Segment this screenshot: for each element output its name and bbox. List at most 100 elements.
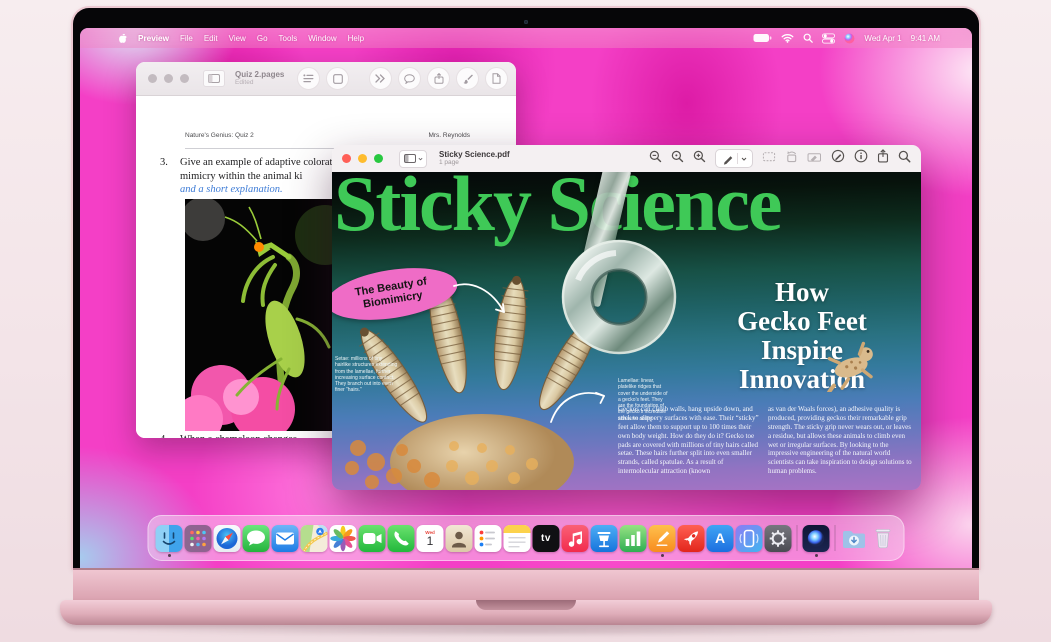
preview-titlebar[interactable]: Sticky Science.pdf 1 page — [332, 145, 921, 173]
fill-and-sign-icon[interactable] — [831, 149, 845, 168]
doc-header-right: Mrs. Reynolds — [428, 132, 470, 139]
dock-icon-system-settings[interactable] — [765, 525, 792, 552]
menu-help[interactable]: Help — [348, 34, 364, 43]
menu-tools[interactable]: Tools — [279, 34, 298, 43]
format-list-button[interactable] — [297, 67, 320, 90]
dock-icon-messages[interactable] — [243, 525, 270, 552]
gecko-photo — [816, 334, 894, 392]
dock-icon-photos[interactable] — [330, 525, 357, 552]
menu-view[interactable]: View — [229, 34, 246, 43]
sidebar-toggle-button[interactable] — [399, 150, 427, 168]
markup-pencil-button[interactable] — [715, 149, 753, 168]
dock-icon-safari[interactable] — [214, 525, 241, 552]
dock-icon-numbers[interactable] — [620, 525, 647, 552]
laptop-shadow — [95, 626, 957, 636]
search-icon[interactable] — [803, 33, 813, 43]
tape-roll-photo — [558, 236, 680, 358]
menu-time[interactable]: 9:41 AM — [911, 34, 940, 43]
siri-icon[interactable] — [844, 33, 855, 44]
wifi-icon[interactable] — [781, 33, 794, 43]
more-toolbar-button[interactable] — [369, 67, 392, 90]
menu-edit[interactable]: Edit — [204, 34, 218, 43]
preview-window-title: Sticky Science.pdf — [439, 150, 510, 159]
dock-icon-contacts[interactable] — [446, 525, 473, 552]
pages-edited-status: Edited — [235, 79, 284, 86]
doc-header-left: Nature's Genius: Quiz 2 — [185, 132, 254, 139]
chevron-down-icon — [741, 157, 747, 161]
minimize-button[interactable] — [164, 74, 173, 83]
dock-icon-facetime[interactable] — [359, 525, 386, 552]
zoom-button[interactable] — [374, 154, 383, 163]
menu-window[interactable]: Window — [308, 34, 336, 43]
apple-menu-icon[interactable] — [118, 32, 127, 45]
dock-icon-rocket[interactable] — [678, 525, 705, 552]
dock-icon-appstore[interactable]: A — [707, 525, 734, 552]
pages-titlebar[interactable]: Quiz 2.pages Edited — [136, 62, 516, 96]
control-center-icon[interactable] — [822, 33, 835, 44]
info-icon[interactable] — [854, 149, 868, 168]
dock-icon-phone[interactable] — [388, 525, 415, 552]
macbook-deck — [73, 568, 979, 602]
article-column-2: as van der Waals forces), an adhesive qu… — [768, 405, 914, 476]
preview-page-count: 1 page — [439, 159, 510, 166]
comment-button[interactable] — [398, 67, 421, 90]
dock-icon-notes[interactable] — [504, 525, 531, 552]
q4-line1: When a chameleon changes — [180, 434, 297, 438]
menu-file[interactable]: File — [180, 34, 193, 43]
dock-icon-tv[interactable]: tv — [533, 525, 560, 552]
dock-icon-finder[interactable] — [156, 525, 183, 552]
redact-icon[interactable] — [807, 150, 822, 168]
macbook-lid-notch — [476, 600, 576, 610]
dock-icon-keynote[interactable] — [591, 525, 618, 552]
menu-app-name[interactable]: Preview — [138, 34, 169, 43]
battery-icon[interactable] — [753, 33, 772, 43]
article-column-1: Geckos can climb walls, hang upside down… — [618, 405, 764, 476]
macbook-base — [60, 600, 992, 625]
arrow-doodle-icon — [450, 278, 514, 336]
q3-link[interactable]: and a short explanation. — [180, 184, 283, 195]
selection-icon[interactable] — [762, 150, 776, 168]
dock-icon-trash[interactable] — [870, 525, 897, 552]
dock-divider — [797, 525, 798, 551]
camera-dot — [524, 20, 528, 24]
dock-icon-downloads[interactable] — [841, 525, 868, 552]
zoom-in-icon[interactable] — [693, 150, 706, 168]
close-button[interactable] — [342, 154, 351, 163]
dock-icon-pages[interactable] — [649, 525, 676, 552]
zoom-button[interactable] — [180, 74, 189, 83]
dock-icon-launchpad[interactable] — [185, 525, 212, 552]
dock-icon-iphone-mirroring[interactable] — [736, 525, 763, 552]
search-icon[interactable] — [898, 150, 911, 168]
macbook-screen: Preview File Edit View Go Tools Window H… — [73, 8, 979, 568]
share-icon[interactable] — [877, 149, 889, 168]
menu-date[interactable]: Wed Apr 1 — [864, 34, 901, 43]
share-button[interactable] — [427, 67, 450, 90]
pdf-page: Sticky Science — [332, 172, 921, 490]
desktop-wallpaper: Preview File Edit View Go Tools Window H… — [80, 28, 972, 568]
zoom-out-icon[interactable] — [649, 150, 662, 168]
minimize-button[interactable] — [358, 154, 367, 163]
menu-go[interactable]: Go — [257, 34, 268, 43]
dock-icon-mail[interactable] — [272, 525, 299, 552]
q3-line2: mimicry within the animal ki — [180, 171, 302, 182]
close-button[interactable] — [148, 74, 157, 83]
arrow-doodle-icon — [546, 376, 612, 430]
dock: Wed 1 tv — [148, 515, 905, 561]
view-sidebar-button[interactable] — [203, 70, 225, 87]
dock-icon-siri[interactable] — [803, 525, 830, 552]
dock-icon-maps[interactable] — [301, 525, 328, 552]
styles-brush-button[interactable] — [456, 67, 479, 90]
pages-window-title: Quiz 2.pages — [235, 70, 284, 79]
rotate-icon[interactable] — [785, 150, 798, 168]
document-button[interactable] — [485, 67, 508, 90]
praying-mantis-photo — [185, 199, 347, 431]
magazine-headline: Sticky Science — [334, 172, 780, 243]
preview-window: Sticky Science.pdf 1 page — [332, 145, 921, 490]
dock-icon-calendar[interactable]: Wed 1 — [417, 525, 444, 552]
setae-caption: Setae: millions of tiny hairlike structu… — [335, 356, 399, 394]
insert-object-button[interactable] — [326, 67, 349, 90]
zoom-actual-icon[interactable] — [671, 150, 684, 168]
dock-divider — [835, 525, 836, 551]
dock-icon-music[interactable] — [562, 525, 589, 552]
dock-icon-reminders[interactable] — [475, 525, 502, 552]
